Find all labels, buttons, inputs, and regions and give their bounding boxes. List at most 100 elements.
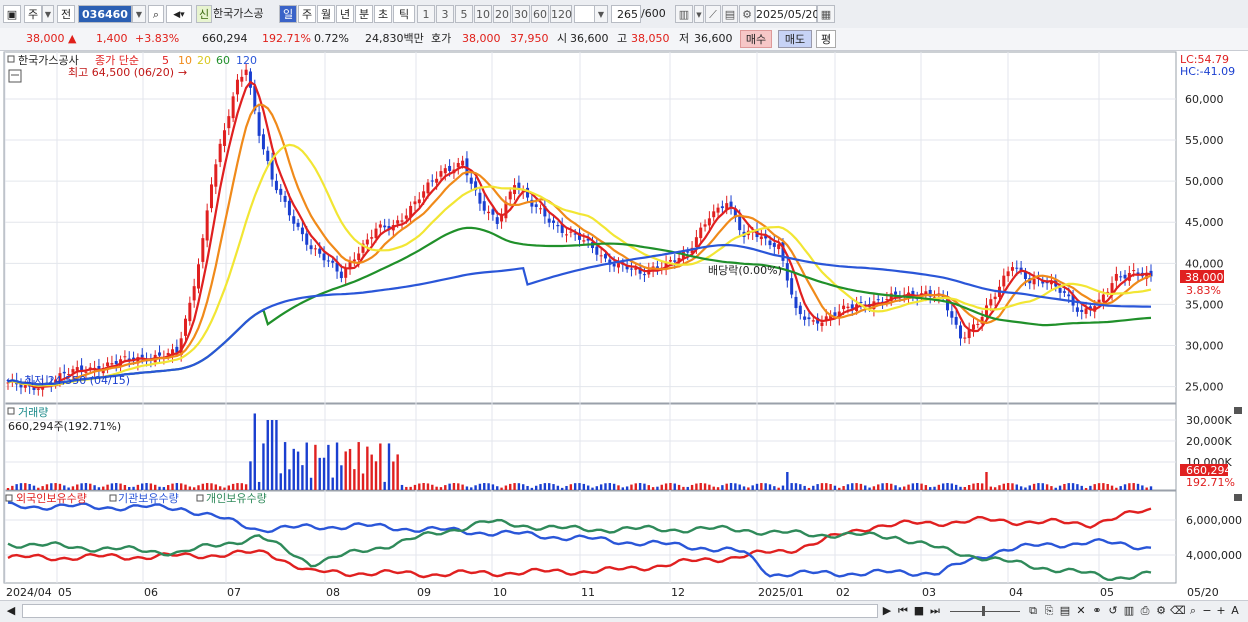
line-tool-icon[interactable]: ⟋ [705,5,721,23]
volume-bar [132,486,135,490]
window-menu-icon[interactable]: ▣ [3,5,21,23]
candle-body [759,236,763,240]
period-day[interactable]: 일 [279,5,297,23]
volume-bar [738,484,741,490]
volume-close-icon[interactable] [1234,407,1242,414]
save-icon[interactable]: ▤ [722,5,738,23]
copy-icon[interactable]: ⎘ [1042,603,1056,619]
volume-bar [322,457,326,490]
period-tick[interactable]: 틱 [393,5,415,23]
volume-bar [205,483,209,490]
market-select[interactable]: 주 [24,5,42,23]
volume-bar [1011,483,1014,490]
interval-3[interactable]: 3 [436,5,454,23]
volume-bar [790,483,793,490]
candle-body [989,299,993,306]
buy-button[interactable]: 매수 [740,30,772,48]
gear-icon[interactable]: ⚙ [739,5,755,23]
period-year[interactable]: 년 [336,5,354,23]
count-input[interactable]: 265 [611,5,641,23]
volume-bar [643,483,646,490]
history-icon[interactable]: ↺ [1106,603,1120,619]
period-minute[interactable]: 분 [355,5,373,23]
period-second[interactable]: 초 [374,5,392,23]
candle-body [422,191,426,198]
scroll-bar[interactable]: ◀ ▶ ⏮ ■ ⏭ ⧉ ⎘ ▤ ✕ ⚭ ↺ ▥ ⎙ ⚙ ⌫ ⌕ − + A [0,600,1248,622]
calculator-icon[interactable] [8,69,22,83]
zoom-search-icon[interactable]: ⌕ [1186,603,1200,619]
holdings-y-tick: 6,000,000 [1186,514,1242,527]
volume-bar [794,483,798,490]
font-size-icon[interactable]: A [1228,603,1242,619]
volume-bar [712,486,715,490]
zoom-in-icon[interactable]: + [1214,603,1228,619]
dividend-label: 배당락(0.00%) [708,264,782,277]
volume-bar [1123,484,1127,490]
zoom-slider[interactable] [950,611,1020,612]
chart-dropdown-icon[interactable]: ▼ [694,5,704,23]
volume-bar [1032,483,1036,490]
bar-chart-icon[interactable]: ▥ [675,5,693,23]
candle-body [378,224,382,228]
zoom-out-icon[interactable]: − [1200,603,1214,619]
sell-button[interactable]: 매도 [778,30,812,48]
date-input[interactable]: 2025/05/20 [755,5,819,23]
chart-type-icon[interactable]: ▥ [1122,603,1136,619]
legend-ma60: 60 [216,54,230,67]
period-month[interactable]: 월 [317,5,335,23]
forward-icon[interactable]: ⏭ [928,603,942,619]
speaker-icon[interactable]: ◀▾ [166,5,192,23]
code-dropdown-icon[interactable]: ▼ [132,5,146,23]
layout-icon[interactable]: ⧉ [1026,603,1040,619]
volume-bar [474,485,477,490]
holdings-close-icon[interactable] [1234,494,1242,501]
interval-20[interactable]: 20 [493,5,511,23]
volume-bar [608,483,612,490]
rewind-icon[interactable]: ⏮ [896,603,910,619]
scroll-track[interactable] [22,604,878,618]
candle-body [569,231,573,233]
calendar-icon[interactable]: ▦ [817,5,835,23]
zoom-slider-handle[interactable] [982,606,985,616]
volume-bar [171,483,174,490]
stock-chart[interactable]: 60,000 55,000 50,000 45,000 40,000 35,000 30,0… [0,50,1248,600]
volume-bar [76,484,79,490]
print-icon[interactable]: ⎙ [1138,603,1152,619]
prev-button[interactable]: 전 [57,5,75,23]
volume-bar [941,483,945,490]
volume-bar [950,483,954,490]
tile-icon[interactable]: ▤ [1058,603,1072,619]
open-label: 시 [557,32,568,45]
scroll-left-icon[interactable]: ◀ [4,603,18,619]
x-axis-label: 10 [493,586,507,599]
candle-body [565,234,569,236]
interval-10[interactable]: 10 [474,5,492,23]
candle-body [469,177,473,184]
stop-icon[interactable]: ■ [912,603,926,619]
link-icon[interactable]: ⚭ [1090,603,1104,619]
eval-button[interactable]: 평 [816,30,836,48]
volume-bar [210,483,213,490]
price-y-tick: 45,000 [1185,216,1224,229]
volume-bar [296,451,300,490]
volume-bar [409,486,412,490]
interval-60[interactable]: 60 [531,5,549,23]
interval-dropdown-icon[interactable]: ▼ [594,5,608,23]
volume-bar [820,483,824,490]
volume-bar [747,487,750,490]
interval-1[interactable]: 1 [417,5,435,23]
volume-bar [504,485,508,490]
crosshair-icon[interactable]: ✕ [1074,603,1088,619]
stock-code-input[interactable]: 036460 [78,5,132,23]
volume-bar [755,483,759,490]
candle-body [257,112,261,136]
market-dropdown-icon[interactable]: ▼ [42,5,54,23]
settings-icon[interactable]: ⚙ [1154,603,1168,619]
interval-30[interactable]: 30 [512,5,530,23]
interval-120[interactable]: 120 [550,5,572,23]
interval-5[interactable]: 5 [455,5,473,23]
scroll-right-icon[interactable]: ▶ [880,603,894,619]
search-icon[interactable]: ⌕ [148,5,164,23]
eraser-icon[interactable]: ⌫ [1170,603,1186,619]
period-week[interactable]: 주 [298,5,316,23]
